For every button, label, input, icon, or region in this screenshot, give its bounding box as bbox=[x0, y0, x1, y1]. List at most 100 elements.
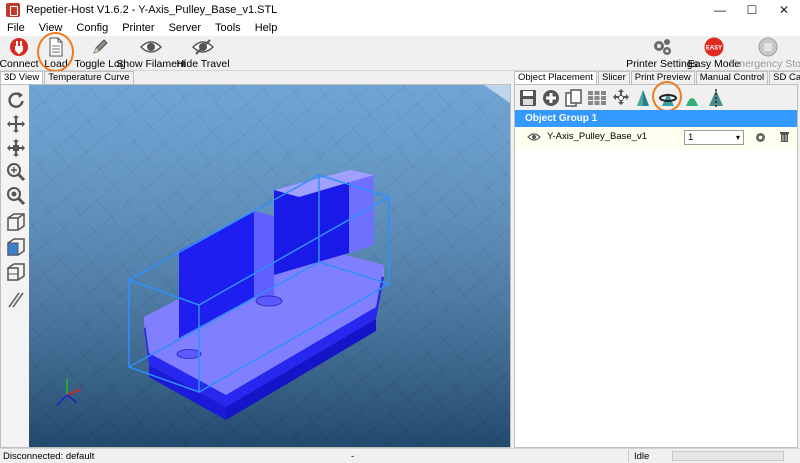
front-view-button[interactable] bbox=[5, 236, 27, 258]
document-icon bbox=[49, 37, 63, 57]
app-icon bbox=[6, 3, 20, 17]
easy-badge-icon: EASY bbox=[704, 37, 724, 57]
printer-settings-button[interactable]: Printer Settings bbox=[626, 37, 698, 70]
tab-slicer[interactable]: Slicer bbox=[597, 71, 630, 84]
menu-view[interactable]: View bbox=[32, 22, 70, 34]
top-view-button[interactable] bbox=[5, 261, 27, 283]
print-bed-scene bbox=[29, 85, 510, 447]
connect-label: Connect bbox=[0, 58, 39, 70]
pencil-icon bbox=[93, 39, 108, 54]
center-object-button[interactable] bbox=[610, 87, 631, 108]
mirror-object-button[interactable] bbox=[681, 87, 702, 108]
eye-icon bbox=[140, 41, 162, 53]
parallel-lines-icon bbox=[8, 292, 24, 308]
title-bar: Repetier-Host V1.6.2 - Y-Axis_Pulley_Bas… bbox=[0, 0, 800, 20]
parallel-view-button[interactable] bbox=[5, 289, 27, 311]
connect-button[interactable]: Connect bbox=[0, 37, 39, 70]
load-label: Load bbox=[44, 58, 68, 70]
cut-object-button[interactable] bbox=[705, 87, 726, 108]
view-3d-panel bbox=[0, 84, 511, 448]
cube-iso-icon bbox=[7, 213, 25, 231]
menu-help[interactable]: Help bbox=[248, 22, 285, 34]
menu-printer[interactable]: Printer bbox=[115, 22, 161, 34]
copies-select[interactable]: 1 ▾ bbox=[684, 130, 744, 145]
eye-slash-icon bbox=[192, 39, 214, 55]
save-object-button[interactable] bbox=[517, 87, 538, 108]
copy-object-button[interactable] bbox=[563, 87, 584, 108]
menu-tools[interactable]: Tools bbox=[208, 22, 248, 34]
object-group-header[interactable]: Object Group 1 bbox=[515, 110, 797, 127]
menu-server[interactable]: Server bbox=[162, 22, 208, 34]
status-divider bbox=[628, 450, 629, 462]
close-button[interactable]: ✕ bbox=[768, 0, 800, 20]
copy-icon bbox=[564, 88, 582, 107]
status-center-text: - bbox=[351, 451, 355, 462]
zoom-icon bbox=[7, 163, 26, 182]
object-toolbar bbox=[515, 81, 797, 112]
show-filament-button[interactable]: Show Filament bbox=[116, 37, 186, 70]
power-plug-icon bbox=[10, 38, 28, 56]
3d-viewport[interactable] bbox=[29, 85, 510, 447]
plus-circle-icon bbox=[542, 89, 559, 106]
hide-travel-label: Hide Travel bbox=[176, 58, 230, 70]
menu-file[interactable]: File bbox=[0, 22, 32, 34]
tab-print-preview[interactable]: Print Preview bbox=[630, 71, 695, 84]
tab-object-placement[interactable]: Object Placement bbox=[514, 71, 597, 85]
window-controls: — ☐ ✕ bbox=[704, 0, 800, 20]
left-tabs: 3D View Temperature Curve bbox=[0, 71, 135, 85]
move-object-button[interactable] bbox=[5, 137, 27, 159]
left-pane: 3D View Temperature Curve bbox=[0, 71, 511, 448]
iso-view-button[interactable] bbox=[5, 211, 27, 233]
object-settings-gear-icon[interactable] bbox=[755, 132, 766, 143]
object-name: Y-Axis_Pulley_Base_v1 bbox=[547, 131, 647, 142]
floppy-disk-icon bbox=[519, 89, 536, 106]
printer-state: Idle bbox=[634, 451, 650, 462]
tab-temperature-curve[interactable]: Temperature Curve bbox=[44, 71, 134, 84]
move-view-button[interactable] bbox=[5, 113, 27, 135]
stop-icon bbox=[758, 37, 778, 57]
zoom-view-button[interactable] bbox=[5, 161, 27, 183]
right-pane: Object Placement Slicer Print Preview Ma… bbox=[514, 71, 800, 448]
view-tools-sidebar bbox=[1, 85, 29, 447]
tab-sd-card[interactable]: SD Card bbox=[769, 71, 800, 84]
menu-bar: File View Config Printer Server Tools He… bbox=[0, 20, 800, 36]
reset-view-button[interactable] bbox=[5, 89, 27, 111]
chevron-down-icon: ▾ bbox=[735, 133, 740, 142]
cube-top-icon bbox=[7, 263, 25, 281]
load-button[interactable]: Load bbox=[40, 37, 72, 70]
object-placement-panel: Object Group 1 Y-Axis_Pulley_Base_v1 1 ▾ bbox=[514, 81, 798, 448]
move-object-icon bbox=[7, 139, 25, 157]
grid-layout-icon bbox=[587, 90, 606, 105]
cube-front-icon bbox=[7, 238, 25, 256]
fit-view-button[interactable] bbox=[5, 185, 27, 207]
tab-manual-control[interactable]: Manual Control bbox=[695, 71, 769, 84]
connection-status: Disconnected: default bbox=[3, 451, 95, 462]
magnifier-icon bbox=[7, 187, 26, 206]
window-title: Repetier-Host V1.6.2 - Y-Axis_Pulley_Bas… bbox=[26, 4, 278, 16]
emergency-stop-label: Emergency Stop bbox=[729, 58, 800, 70]
easy-badge-text: EASY bbox=[706, 46, 722, 52]
emergency-stop-button[interactable]: Emergency Stop bbox=[729, 37, 800, 70]
status-bar: Disconnected: default - Idle bbox=[0, 448, 800, 463]
rotate-object-button[interactable] bbox=[657, 87, 678, 108]
object-row[interactable]: Y-Axis_Pulley_Base_v1 1 ▾ bbox=[515, 127, 797, 149]
copies-value: 1 bbox=[688, 132, 694, 143]
center-crosshair-icon bbox=[612, 88, 629, 105]
progress-bar bbox=[672, 451, 784, 461]
visibility-eye-icon[interactable] bbox=[527, 132, 541, 142]
menu-config[interactable]: Config bbox=[69, 22, 115, 34]
add-object-button[interactable] bbox=[540, 87, 561, 108]
hide-travel-button[interactable]: Hide Travel bbox=[176, 37, 230, 70]
delete-trash-icon[interactable] bbox=[779, 131, 790, 143]
maximize-button[interactable]: ☐ bbox=[736, 0, 768, 20]
autoposition-button[interactable] bbox=[586, 87, 607, 108]
tab-3d-view[interactable]: 3D View bbox=[0, 71, 44, 85]
cut-plane-icon bbox=[708, 88, 723, 107]
rotate-icon bbox=[8, 92, 24, 108]
rotate-object-icon bbox=[658, 92, 677, 106]
move-arrows-icon bbox=[7, 115, 25, 133]
minimize-button[interactable]: — bbox=[704, 0, 736, 20]
scale-object-button[interactable] bbox=[632, 87, 653, 108]
show-filament-label: Show Filament bbox=[116, 58, 186, 70]
toggle-log-button[interactable]: Toggle Log bbox=[74, 37, 126, 70]
